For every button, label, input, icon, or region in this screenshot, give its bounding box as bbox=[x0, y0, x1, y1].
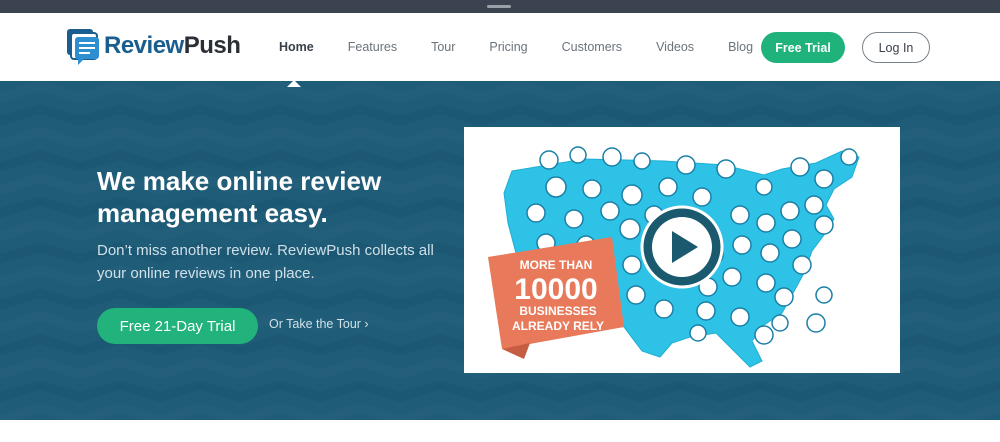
active-nav-indicator bbox=[287, 80, 301, 87]
page-bottom bbox=[0, 420, 1000, 442]
nav-tour[interactable]: Tour bbox=[431, 40, 455, 54]
free-trial-button[interactable]: Free Trial bbox=[761, 32, 845, 63]
banner-line-1: MORE THAN bbox=[520, 258, 593, 272]
nav-blog[interactable]: Blog bbox=[728, 40, 753, 54]
logo-wordmark: ReviewPush bbox=[104, 32, 241, 60]
hero-section: We make online review management easy. D… bbox=[0, 81, 1000, 420]
stat-banner: MORE THAN 10000 BUSINESSES ALREADY RELY bbox=[488, 237, 624, 359]
nav-customers[interactable]: Customers bbox=[562, 40, 622, 54]
nav-videos[interactable]: Videos bbox=[656, 40, 694, 54]
hero-headline: We make online review management easy. bbox=[97, 166, 382, 228]
browser-top-bar bbox=[0, 0, 1000, 13]
play-button[interactable] bbox=[640, 205, 724, 289]
main-menu: Home Features Tour Pricing Customers Vid… bbox=[262, 13, 770, 81]
banner-line-3: ALREADY RELY bbox=[512, 319, 604, 333]
logo-text-review: Review bbox=[104, 32, 184, 59]
take-tour-link[interactable]: Or Take the Tour › bbox=[269, 317, 369, 331]
banner-number: 10000 bbox=[514, 273, 597, 306]
video-player[interactable]: MORE THAN 10000 BUSINESSES ALREADY RELY bbox=[464, 127, 900, 373]
logo[interactable]: ReviewPush bbox=[66, 26, 241, 66]
hero-subtext: Don’t miss another review. ReviewPush co… bbox=[97, 242, 434, 282]
drag-handle[interactable] bbox=[487, 5, 511, 8]
nav-features[interactable]: Features bbox=[348, 40, 397, 54]
logo-icon bbox=[66, 26, 102, 66]
logo-text-push: Push bbox=[183, 32, 241, 59]
nav-home[interactable]: Home bbox=[279, 40, 314, 54]
banner-line-2: BUSINESSES bbox=[519, 304, 596, 318]
usa-map-illustration: MORE THAN 10000 BUSINESSES ALREADY RELY bbox=[488, 146, 860, 368]
login-button[interactable]: Log In bbox=[862, 32, 930, 63]
nav-pricing[interactable]: Pricing bbox=[489, 40, 527, 54]
free-21-day-trial-button[interactable]: Free 21-Day Trial bbox=[97, 308, 258, 344]
header-nav: ReviewPush Home Features Tour Pricing Cu… bbox=[0, 13, 1000, 81]
